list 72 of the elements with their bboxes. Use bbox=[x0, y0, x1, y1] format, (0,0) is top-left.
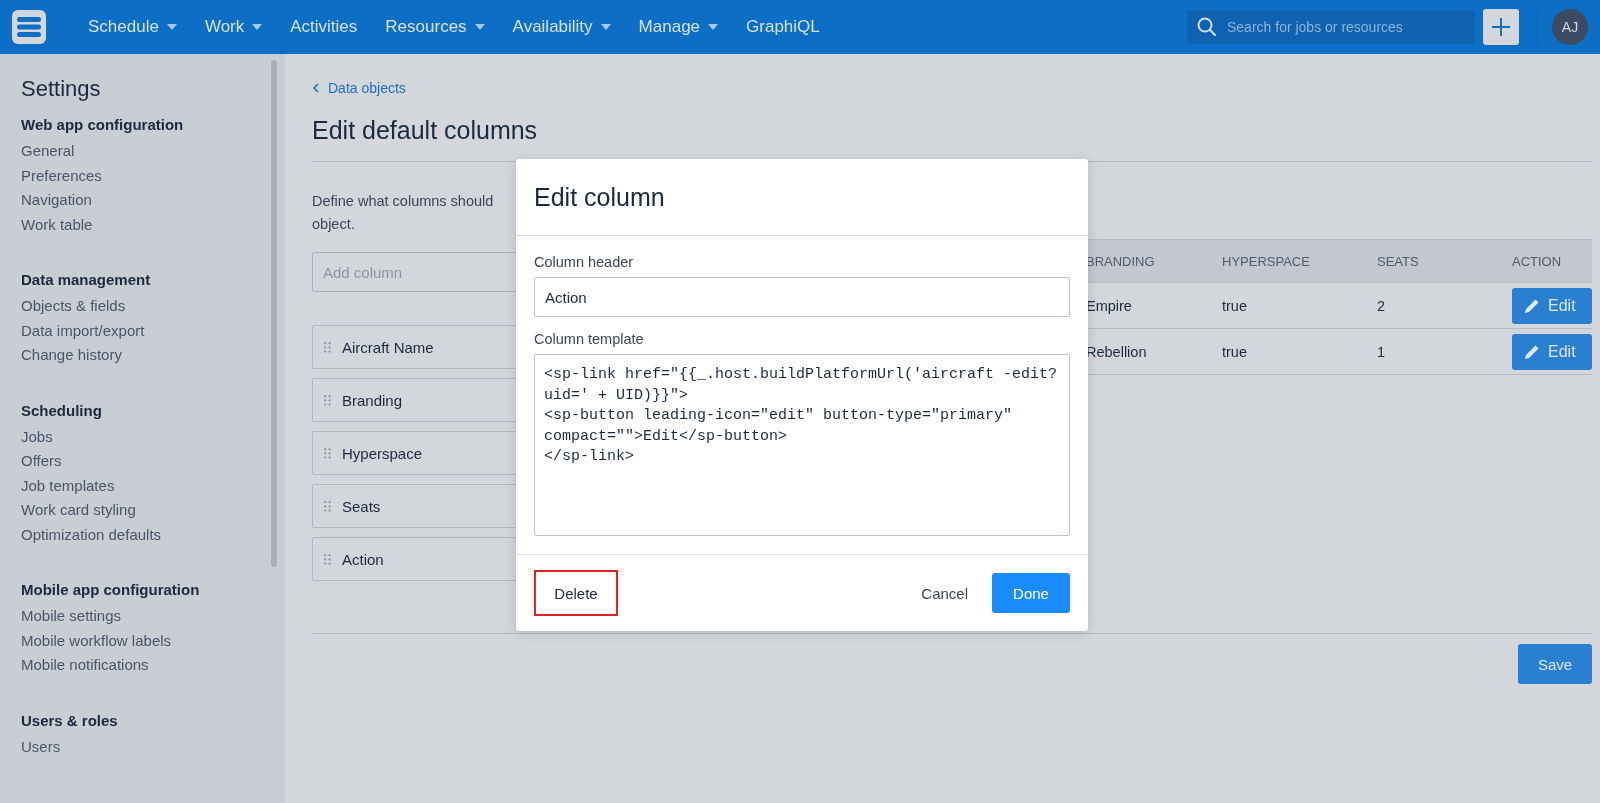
table-cell-text: Rebellion bbox=[1086, 343, 1148, 360]
sidebar-link[interactable]: Offers bbox=[21, 449, 264, 474]
drag-handle-icon[interactable] bbox=[324, 500, 331, 512]
nav-menu-item[interactable]: Activities bbox=[278, 17, 370, 37]
sidebar-link[interactable]: Jobs bbox=[21, 424, 264, 449]
chevron-left-icon bbox=[312, 83, 319, 93]
done-button[interactable]: Done bbox=[992, 573, 1070, 613]
menu-icon[interactable] bbox=[12, 10, 46, 44]
drag-handle-icon[interactable] bbox=[324, 553, 331, 565]
section-heading: Mobile app configuration bbox=[21, 581, 201, 598]
section-heading: Data management bbox=[21, 271, 152, 288]
page-title: Edit default columns bbox=[312, 116, 539, 145]
column-name: Hyperspace bbox=[342, 444, 423, 462]
table-cell-text: true bbox=[1222, 343, 1248, 360]
section-heading: Scheduling bbox=[21, 401, 103, 419]
description-text: Define what columns should bbox=[312, 192, 494, 211]
sidebar-link[interactable]: Objects & fields bbox=[21, 294, 264, 319]
column-header: HYPERSPACE bbox=[1222, 253, 1311, 269]
nav-menu-item[interactable]: Availability bbox=[500, 17, 623, 37]
nav-menu-item[interactable]: GraphiQL bbox=[734, 17, 832, 37]
nav-menu-item[interactable]: Manage bbox=[626, 17, 731, 37]
nav-menu-item[interactable]: Work bbox=[192, 17, 275, 37]
sidebar-link[interactable]: Mobile settings bbox=[21, 604, 264, 629]
column-header: ACTION bbox=[1512, 253, 1563, 269]
table-cell-text: 1 bbox=[1377, 343, 1387, 360]
table-cell-text: true bbox=[1222, 297, 1248, 314]
sidebar-link[interactable]: Work card styling bbox=[21, 498, 264, 523]
column-template-field[interactable]: <sp-link href="{{_.host.buildPlatformUrl('aircraft -edit?uid=' + UID)}}"> <sp-button leading-icon="edit" button-type="primary" compact="">Edit</sp-button> </sp-link> bbox=[534, 354, 1070, 536]
dialog-title: Edit column bbox=[534, 182, 665, 212]
description-text: object. bbox=[312, 215, 355, 234]
section-heading: Web app configuration bbox=[21, 116, 185, 133]
column-header: BRANDING bbox=[1086, 253, 1156, 269]
pencil-icon bbox=[1524, 297, 1540, 314]
edit-button[interactable]: Edit bbox=[1512, 287, 1592, 324]
drag-handle-icon[interactable] bbox=[324, 394, 331, 406]
plus-icon bbox=[1491, 17, 1511, 37]
nav-menu-item[interactable]: Resources bbox=[373, 17, 497, 37]
search-field[interactable]: Search for jobs or resources bbox=[1187, 10, 1475, 44]
column-header-field[interactable]: Action bbox=[534, 277, 1070, 317]
sidebar-link[interactable]: Work table bbox=[21, 212, 264, 237]
save-button[interactable]: Save bbox=[1518, 644, 1592, 684]
column-name: Branding bbox=[342, 391, 403, 409]
sidebar-title: Settings bbox=[21, 76, 102, 102]
sidebar-link[interactable]: Navigation bbox=[21, 188, 264, 213]
delete-button[interactable]: Delete bbox=[534, 570, 618, 616]
pencil-icon bbox=[1524, 343, 1540, 360]
sidebar-link[interactable]: Users bbox=[21, 734, 264, 759]
sidebar-link[interactable]: General bbox=[21, 139, 264, 164]
sidebar-link[interactable]: Change history bbox=[21, 343, 264, 368]
column-header: SEATS bbox=[1377, 253, 1420, 269]
scrollbar[interactable] bbox=[271, 60, 277, 567]
sidebar-link[interactable]: Mobile workflow labels bbox=[21, 628, 264, 653]
drag-handle-icon[interactable] bbox=[324, 447, 331, 459]
nav-menu-item[interactable]: Schedule bbox=[76, 17, 189, 37]
field-label: Column header bbox=[534, 254, 635, 270]
sidebar-link[interactable]: Optimization defaults bbox=[21, 522, 264, 547]
table-cell-text: 2 bbox=[1377, 297, 1387, 314]
column-name: Aircraft Name bbox=[342, 338, 434, 356]
back-link[interactable]: Data objects bbox=[312, 80, 1592, 96]
column-name: Seats bbox=[342, 497, 381, 515]
drag-handle-icon[interactable] bbox=[324, 341, 331, 353]
column-name: Action bbox=[342, 550, 384, 568]
sidebar-link[interactable]: Mobile notifications bbox=[21, 653, 264, 678]
section-heading: Users & roles bbox=[21, 711, 119, 729]
sidebar-link[interactable]: Job templates bbox=[21, 473, 264, 498]
sidebar-link[interactable]: Preferences bbox=[21, 163, 264, 188]
sidebar-link[interactable]: Data import/export bbox=[21, 318, 264, 343]
user-avatar[interactable]: AJ bbox=[1552, 9, 1588, 45]
field-label: Column template bbox=[534, 331, 645, 347]
add-button[interactable] bbox=[1483, 9, 1519, 45]
edit-button[interactable]: Edit bbox=[1512, 333, 1592, 370]
cancel-button[interactable]: Cancel bbox=[911, 584, 978, 602]
